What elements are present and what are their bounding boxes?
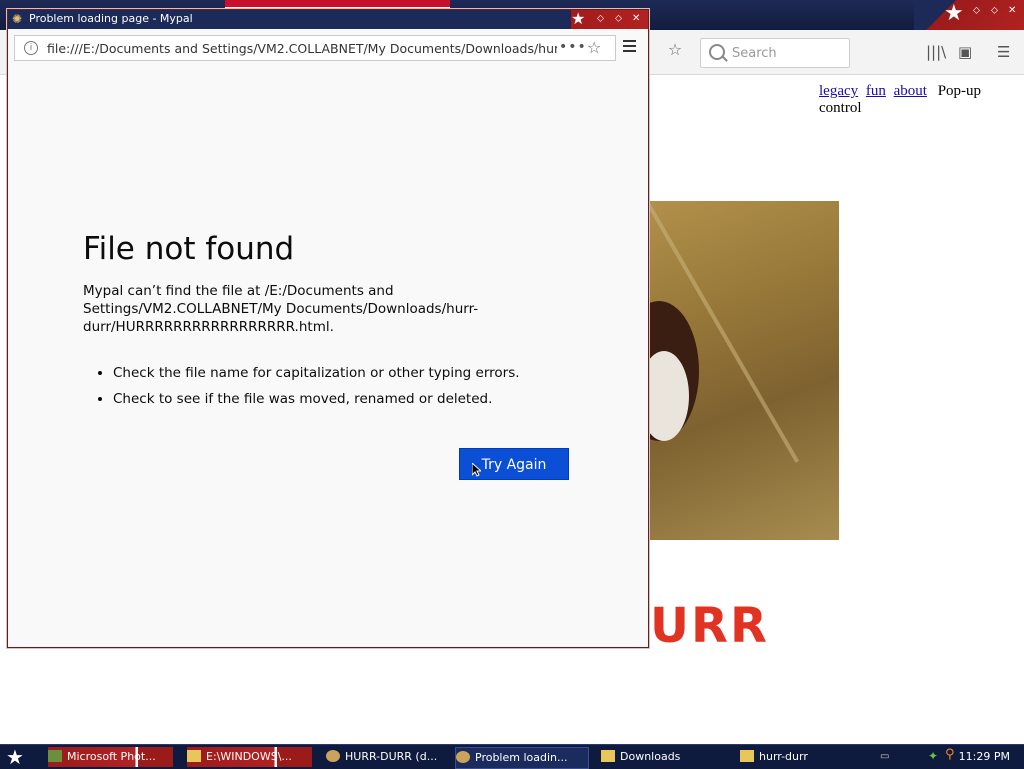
nav-link-legacy[interactable]: legacy: [819, 83, 858, 99]
clock[interactable]: 11:29 PM: [959, 750, 1010, 763]
taskbar: ★ Microsoft Phot... E:\WINDOWS\... HURR-…: [0, 744, 1024, 769]
error-heading: File not found: [83, 231, 295, 267]
minimize-icon[interactable]: ⬦: [597, 14, 604, 24]
search-input[interactable]: Search: [700, 38, 850, 68]
folder-icon: [187, 750, 201, 762]
folder-icon: [740, 750, 754, 762]
folder-icon: [601, 750, 615, 762]
start-button[interactable]: ★: [6, 746, 24, 768]
bookmark-star-icon[interactable]: ☆: [664, 40, 686, 62]
mypal-app-icon: [456, 751, 470, 763]
taskbar-item[interactable]: Microsoft Phot...: [48, 747, 173, 767]
keyboard-icon[interactable]: ▭: [880, 752, 889, 762]
url-text[interactable]: file:///E:/Documents and Settings/VM2.CO…: [47, 41, 557, 56]
system-tray: ▭ ✦ ⚲ 11:29 PM: [874, 745, 1024, 769]
bookmark-star-icon[interactable]: ☆: [587, 38, 601, 57]
page-photo: [649, 201, 839, 540]
error-window: ✺ Problem loading page - Mypal ★ ⬦ ⬦ ✕ i…: [7, 9, 649, 648]
search-icon: [709, 44, 725, 60]
url-bar[interactable]: i file:///E:/Documents and Settings/VM2.…: [14, 35, 616, 61]
error-tips: Check the file name for capitalization o…: [83, 360, 603, 412]
info-icon[interactable]: i: [24, 41, 38, 55]
mypal-app-icon: ✺: [12, 12, 23, 26]
star-icon: ★: [571, 9, 586, 28]
page-nav: legacy fun about Pop-up control: [819, 83, 1024, 117]
page-actions-icon[interactable]: •••: [559, 39, 587, 55]
mypal-app-icon: [326, 750, 340, 762]
maximize-icon[interactable]: ⬦: [991, 6, 998, 16]
search-placeholder: Search: [732, 46, 777, 61]
photos-app-icon: [48, 750, 62, 762]
window-title: Problem loading page - Mypal: [29, 12, 193, 25]
error-content: File not found Mypal can’t find the file…: [83, 230, 603, 412]
search-icon[interactable]: ⚲: [945, 748, 955, 761]
list-item: Check to see if the file was moved, rena…: [113, 386, 603, 412]
menu-icon[interactable]: [623, 39, 637, 53]
error-message: Mypal can’t find the file at /E:/Documen…: [83, 283, 479, 335]
error-window-titlebar[interactable]: ✺ Problem loading page - Mypal ★ ⬦ ⬦ ✕: [8, 10, 648, 29]
taskbar-item[interactable]: Problem loadin...: [455, 747, 589, 769]
taskbar-item[interactable]: HURR-DURR (d...: [326, 747, 450, 767]
taskbar-item[interactable]: hurr-durr: [740, 747, 865, 767]
library-icon[interactable]: |||\: [926, 44, 946, 60]
taskbar-item[interactable]: E:\WINDOWS\...: [187, 747, 312, 767]
sidebar-icon[interactable]: ▣: [958, 44, 972, 60]
page-banner-text: URR: [650, 598, 769, 654]
menu-icon[interactable]: ☰: [997, 44, 1010, 60]
titlebar-decoration: [225, 0, 450, 9]
list-item: Check the file name for capitalization o…: [113, 360, 603, 386]
nav-link-about[interactable]: about: [894, 83, 927, 99]
maximize-icon[interactable]: ⬦: [615, 14, 622, 24]
taskbar-item[interactable]: Downloads: [601, 747, 726, 767]
star-icon: ★: [944, 1, 964, 26]
close-icon[interactable]: ✕: [1008, 6, 1016, 16]
mouse-cursor-icon: [472, 463, 481, 477]
close-icon[interactable]: ✕: [632, 14, 640, 24]
network-icon[interactable]: ✦: [928, 750, 938, 762]
minimize-icon[interactable]: ⬦: [973, 6, 980, 16]
nav-link-fun[interactable]: fun: [866, 83, 886, 99]
